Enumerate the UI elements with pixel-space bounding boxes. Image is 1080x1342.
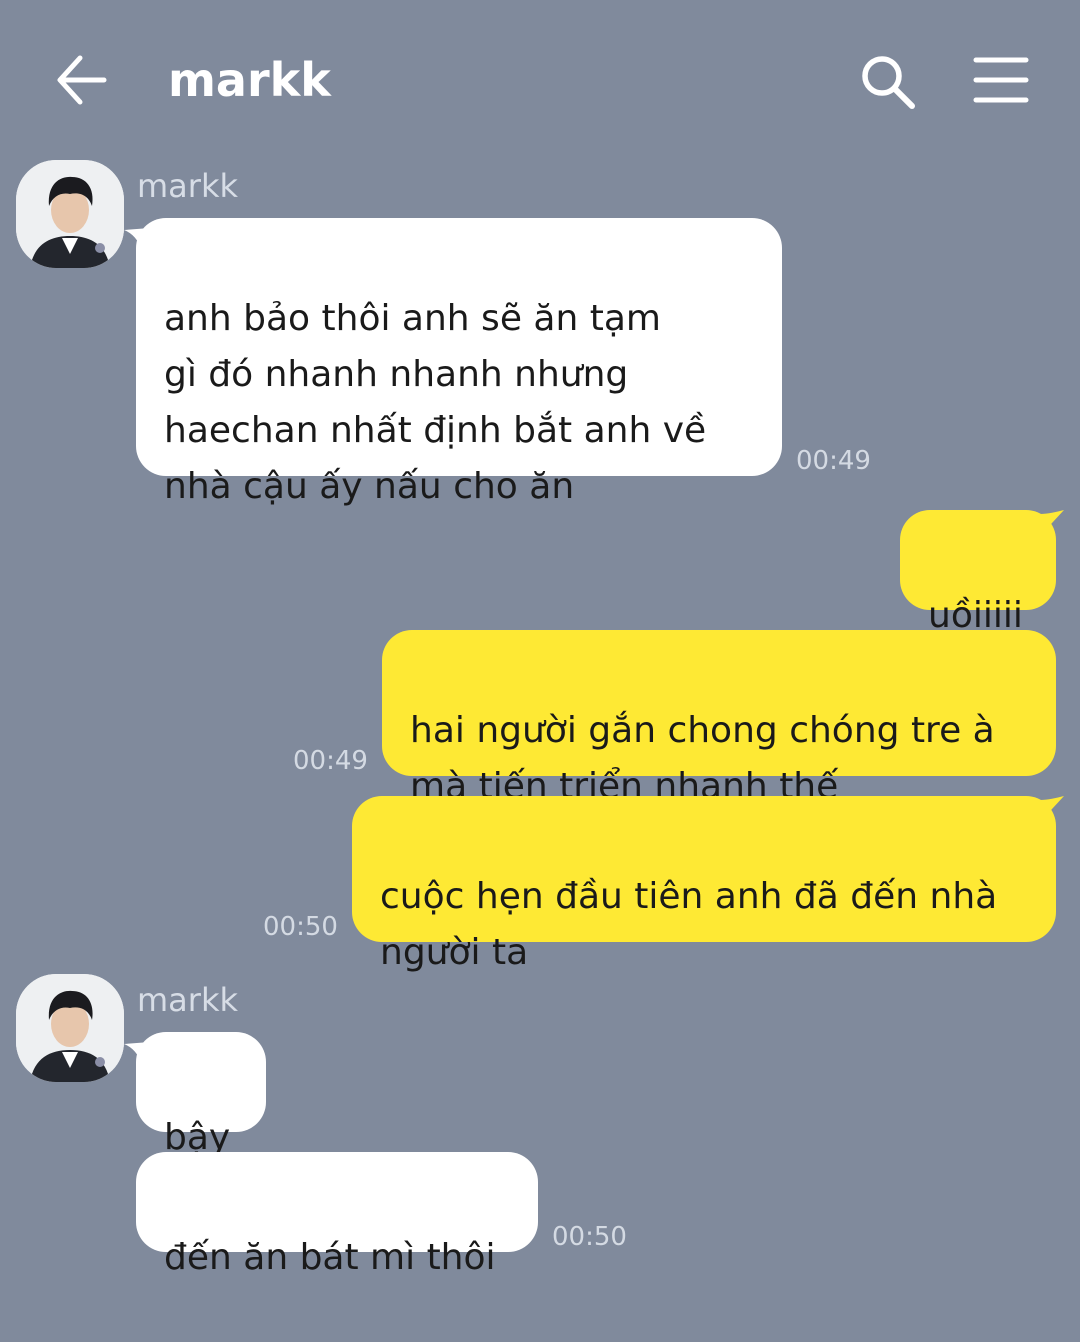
message-time: 00:50: [552, 1222, 627, 1252]
message-text: cuộc hẹn đầu tiên anh đã đến nhà người t…: [380, 876, 998, 973]
search-icon: [862, 56, 915, 109]
avatar[interactable]: [16, 160, 124, 268]
message-bubble-outgoing[interactable]: uồiiiii: [900, 510, 1056, 636]
menu-button[interactable]: [972, 56, 1030, 104]
sender-name: markk: [137, 981, 238, 1019]
message-time: 00:49: [293, 746, 368, 776]
arrow-left-icon: [57, 55, 107, 105]
message-text: anh bảo thôi anh sẽ ăn tạm gì đó nhanh n…: [164, 298, 707, 507]
chat-header: markk: [0, 0, 1080, 160]
message-bubble-outgoing[interactable]: cuộc hẹn đầu tiên anh đã đến nhà người t…: [352, 796, 1056, 973]
profile-photo-icon: [16, 160, 124, 268]
bubble-tail: [1040, 796, 1064, 822]
hamburger-menu-icon: [973, 57, 1029, 103]
back-button[interactable]: [52, 52, 110, 108]
profile-photo-icon: [16, 974, 124, 1082]
message-bubble-outgoing[interactable]: hai người gắn chong chóng tre à mà tiến …: [382, 630, 1056, 807]
message-bubble-incoming[interactable]: đến ăn bát mì thôi: [136, 1152, 538, 1278]
message-bubble-incoming[interactable]: bậy: [136, 1032, 266, 1158]
message-time: 00:50: [263, 912, 338, 942]
message-bubble-incoming[interactable]: anh bảo thôi anh sẽ ăn tạm gì đó nhanh n…: [136, 218, 782, 507]
chat-title[interactable]: markk: [168, 50, 331, 110]
search-button[interactable]: [858, 52, 918, 112]
message-time: 00:49: [796, 446, 871, 476]
message-text: đến ăn bát mì thôi: [164, 1237, 496, 1278]
bubble-tail: [1040, 510, 1064, 536]
avatar[interactable]: [16, 974, 124, 1082]
sender-name: markk: [137, 167, 238, 205]
